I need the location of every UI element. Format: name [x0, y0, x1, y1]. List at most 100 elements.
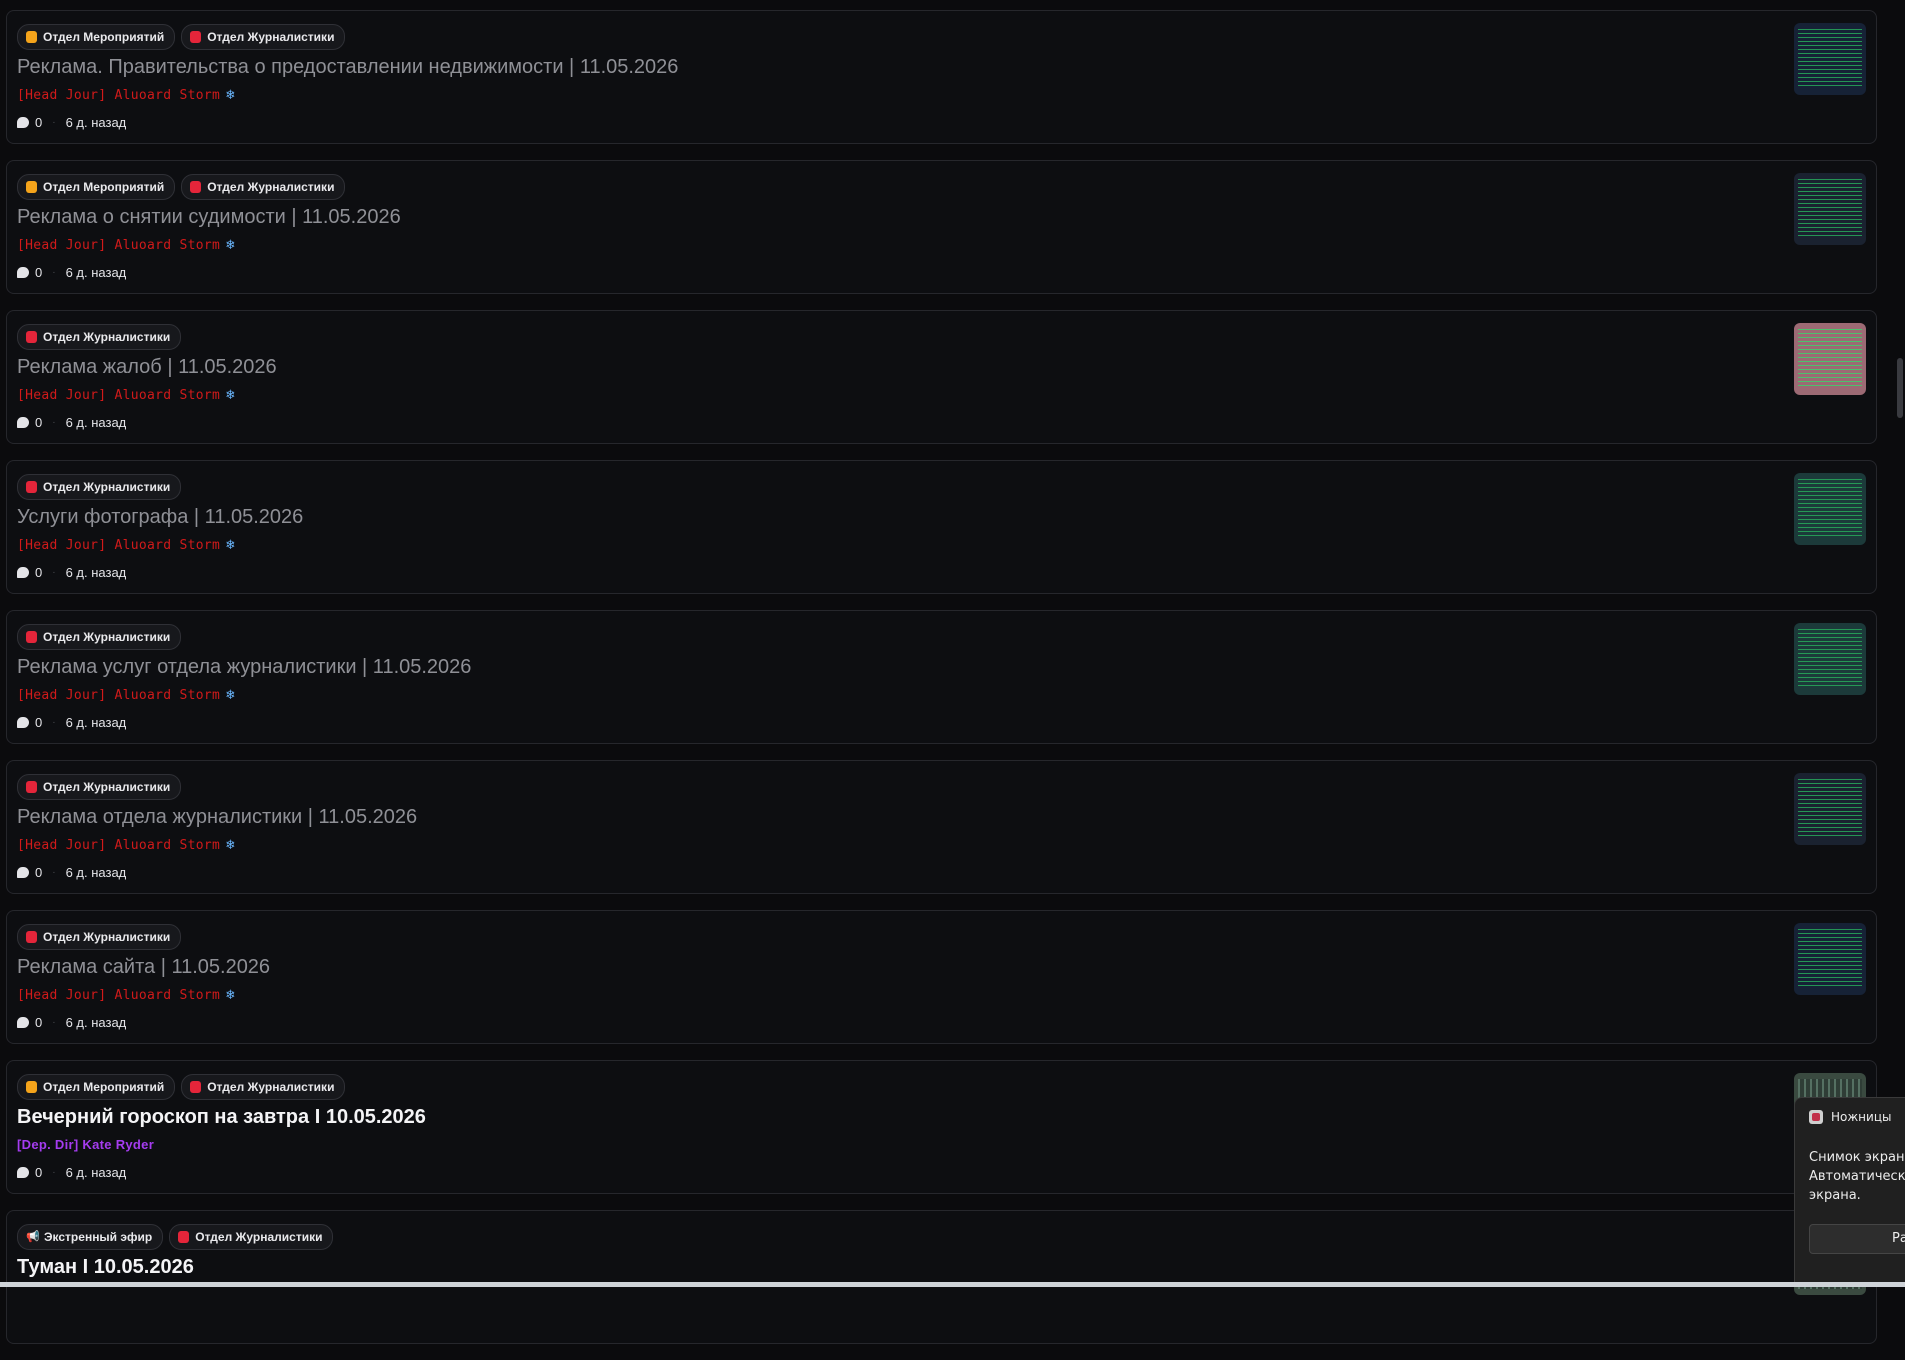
post-thumbnail[interactable]	[1794, 323, 1866, 395]
post-time: 6 д. назад	[65, 415, 127, 430]
category-tag[interactable]: 📢 Экстренный эфир	[17, 1224, 164, 1250]
author-name: [Head Jour] Aluoard Storm	[17, 537, 221, 553]
post-card[interactable]: Отдел Мероприятий Отдел Журналистики Рекла…	[6, 10, 1877, 144]
thumbnail-text-preview	[1798, 779, 1862, 839]
category-tag-label: Отдел Журналистики	[43, 780, 171, 794]
post-title-link[interactable]: Туман I 10.05.2026	[17, 1256, 194, 1279]
category-tag-label: Отдел Журналистики	[207, 1080, 335, 1094]
author-name: [Head Jour] Aluoard Storm	[17, 387, 221, 403]
notification-action-button[interactable]: Ра	[1809, 1224, 1905, 1254]
scrollbar[interactable]	[1895, 0, 1905, 1287]
notification-header: Ножницы	[1809, 1110, 1891, 1124]
category-tag-label: Отдел Журналистики	[43, 930, 171, 944]
events-dept-icon	[26, 1081, 37, 1093]
post-title-link[interactable]: Реклама о снятии судимости | 11.05.2026	[17, 206, 401, 229]
separator-dot: ·	[52, 867, 56, 878]
thumbnail-text-preview	[1798, 479, 1862, 539]
post-thumbnail[interactable]	[1794, 923, 1866, 995]
category-tag[interactable]: Отдел Мероприятий	[17, 174, 176, 200]
snipping-tool-notification[interactable]: Ножницы Снимок экрана Автоматически экра…	[1794, 1097, 1905, 1287]
category-tag[interactable]: Отдел Журналистики	[169, 1224, 334, 1250]
post-card[interactable]: Отдел Журналистики Реклама услуг отдела ж…	[6, 610, 1877, 744]
comment-icon	[17, 1167, 29, 1178]
category-tag[interactable]: Отдел Мероприятий	[17, 1074, 176, 1100]
comment-icon	[17, 117, 29, 128]
category-tag-label: Отдел Журналистики	[207, 180, 335, 194]
post-title-link[interactable]: Реклама жалоб | 11.05.2026	[17, 356, 277, 379]
notification-text-line: Автоматически	[1809, 1169, 1905, 1184]
comment-count: 0	[35, 565, 43, 580]
post-title-link[interactable]: Услуги фотографа | 11.05.2026	[17, 506, 303, 529]
scrollbar-thumb[interactable]	[1897, 358, 1903, 418]
category-tag[interactable]: Отдел Журналистики	[17, 624, 182, 650]
post-thumbnail[interactable]	[1794, 173, 1866, 245]
separator-dot: ·	[52, 117, 56, 128]
post-author[interactable]: [Head Jour] Aluoard Storm ❄	[17, 987, 235, 1003]
post-author[interactable]: [Head Jour] Aluoard Storm ❄	[17, 687, 235, 703]
author-name: [Head Jour] Aluoard Storm	[17, 687, 221, 703]
category-tag-label: Отдел Мероприятий	[43, 1080, 165, 1094]
post-author[interactable]: [Head Jour] Aluoard Storm ❄	[17, 237, 235, 253]
thumbnail-text-preview	[1798, 29, 1862, 89]
post-time: 6 д. назад	[65, 565, 127, 580]
post-meta: 0 · 6 д. назад	[17, 715, 126, 730]
post-card[interactable]: Отдел Мероприятий Отдел Журналистики Вечер…	[6, 1060, 1877, 1194]
journalism-dept-icon	[190, 181, 202, 193]
post-card[interactable]: Отдел Журналистики Реклама отдела журнали…	[6, 760, 1877, 894]
category-tag-label: Отдел Мероприятий	[43, 180, 165, 194]
post-author[interactable]: [Head Jour] Aluoard Storm ❄	[17, 537, 235, 553]
post-card[interactable]: 📢 Экстренный эфир Отдел Журналистики Туман …	[6, 1210, 1877, 1344]
taskbar-edge	[0, 1282, 1905, 1287]
category-tag[interactable]: Отдел Журналистики	[17, 324, 182, 350]
notification-body: Снимок экрана Автоматически экрана.	[1809, 1148, 1905, 1205]
post-thumbnail[interactable]	[1794, 623, 1866, 695]
category-tag-label: Отдел Журналистики	[43, 330, 171, 344]
post-meta: 0 · 6 д. назад	[17, 865, 126, 880]
comment-count: 0	[35, 1015, 43, 1030]
post-card[interactable]: Отдел Журналистики Реклама сайта | 11.05.…	[6, 910, 1877, 1044]
post-card[interactable]: Отдел Журналистики Услуги фотографа | 11.…	[6, 460, 1877, 594]
snowflake-icon: ❄	[226, 537, 235, 553]
post-title-link[interactable]: Реклама сайта | 11.05.2026	[17, 956, 270, 979]
post-title-link[interactable]: Реклама услуг отдела журналистики | 11.0…	[17, 656, 471, 679]
author-name: [Head Jour] Aluoard Storm	[17, 237, 221, 253]
post-title-link[interactable]: Реклама. Правительства о предоставлении …	[17, 56, 678, 79]
post-feed: Отдел Мероприятий Отдел Журналистики Рекла…	[6, 10, 1877, 1360]
category-tag[interactable]: Отдел Журналистики	[17, 474, 182, 500]
post-thumbnail[interactable]	[1794, 773, 1866, 845]
thumbnail-text-preview	[1798, 179, 1862, 239]
post-title-link[interactable]: Реклама отдела журналистики | 11.05.2026	[17, 806, 417, 829]
post-time: 6 д. назад	[65, 265, 127, 280]
category-tag-label: Экстренный эфир	[44, 1230, 153, 1244]
post-tags: Отдел Журналистики	[17, 774, 182, 800]
category-tag-label: Отдел Журналистики	[43, 630, 171, 644]
post-title-link[interactable]: Вечерний гороскоп на завтра I 10.05.2026	[17, 1106, 426, 1129]
post-card[interactable]: Отдел Мероприятий Отдел Журналистики Рекла…	[6, 160, 1877, 294]
post-author[interactable]: [Head Jour] Aluoard Storm ❄	[17, 387, 235, 403]
post-author[interactable]: [Head Jour] Aluoard Storm ❄	[17, 87, 235, 103]
category-tag[interactable]: Отдел Журналистики	[181, 174, 346, 200]
category-tag[interactable]: Отдел Журналистики	[17, 924, 182, 950]
comment-count: 0	[35, 865, 43, 880]
comment-icon	[17, 267, 29, 278]
post-tags: Отдел Мероприятий Отдел Журналистики	[17, 24, 346, 50]
journalism-dept-icon	[26, 781, 37, 793]
category-tag[interactable]: Отдел Журналистики	[181, 1074, 346, 1100]
category-tag[interactable]: Отдел Журналистики	[181, 24, 346, 50]
post-card[interactable]: Отдел Журналистики Реклама жалоб | 11.05.…	[6, 310, 1877, 444]
snipping-tool-icon	[1809, 1110, 1823, 1124]
post-author[interactable]: [Head Jour] Aluoard Storm ❄	[17, 837, 235, 853]
notification-text-line: экрана.	[1809, 1188, 1861, 1203]
category-tag[interactable]: Отдел Журналистики	[17, 774, 182, 800]
notification-text-line: Снимок экрана	[1809, 1150, 1905, 1165]
post-tags: Отдел Журналистики	[17, 924, 182, 950]
post-time: 6 д. назад	[65, 715, 127, 730]
post-author[interactable]: [Dep. Dir] Kate Ryder	[17, 1137, 154, 1152]
category-tag-label: Отдел Журналистики	[43, 480, 171, 494]
category-tag[interactable]: Отдел Мероприятий	[17, 24, 176, 50]
post-thumbnail[interactable]	[1794, 23, 1866, 95]
post-thumbnail[interactable]	[1794, 473, 1866, 545]
snowflake-icon: ❄	[226, 387, 235, 403]
post-meta: 0 · 6 д. назад	[17, 565, 126, 580]
comment-icon	[17, 417, 29, 428]
